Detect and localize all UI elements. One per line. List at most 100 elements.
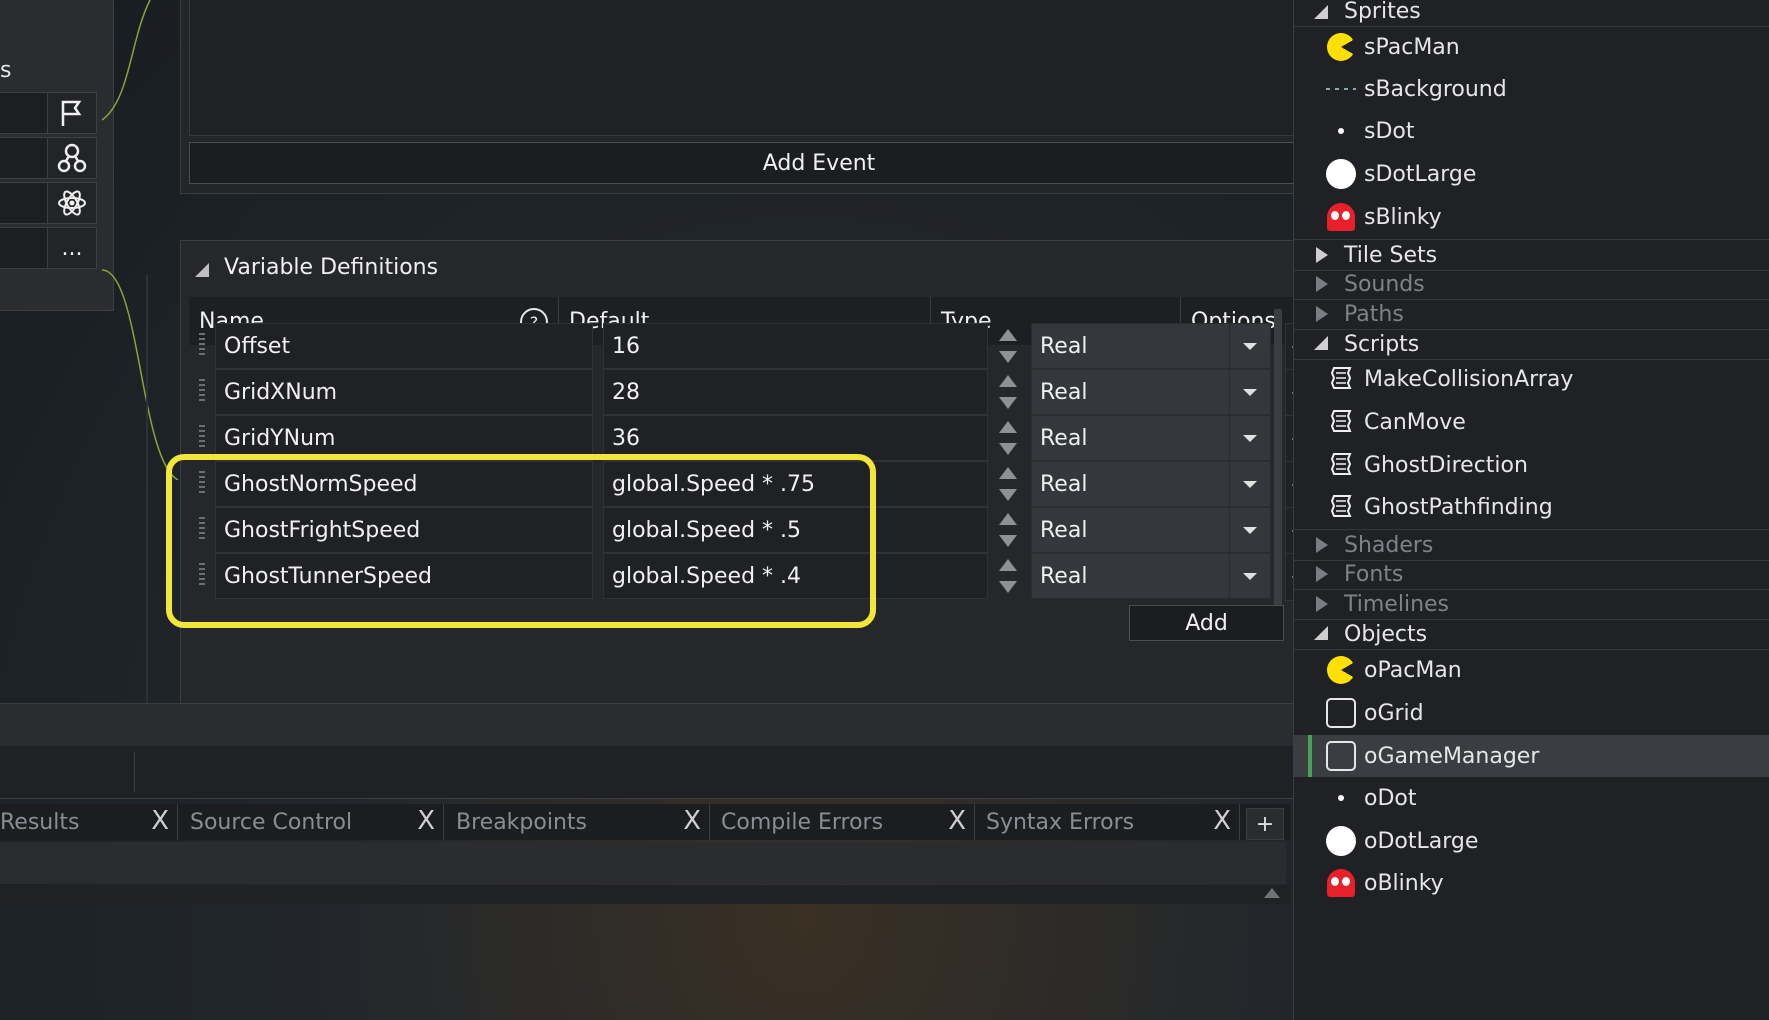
nodes-icon[interactable] <box>48 138 96 178</box>
close-icon[interactable]: X <box>151 808 169 834</box>
chevron-down-icon[interactable] <box>1229 324 1270 368</box>
variable-name-field[interactable]: GridXNum <box>215 369 593 415</box>
stepper-icon[interactable] <box>995 417 1021 459</box>
collapsed-icon <box>1316 276 1328 292</box>
chevron-down-icon[interactable] <box>1229 508 1270 552</box>
expanded-icon <box>1314 626 1328 640</box>
type-value: Real <box>1040 471 1088 497</box>
variable-default-field[interactable]: global.Speed * .75 <box>603 461 988 507</box>
group-tile-sets[interactable]: Tile Sets <box>1294 239 1769 271</box>
chevron-down-icon[interactable] <box>1229 554 1270 598</box>
variable-name-field[interactable]: GhostTunnerSpeed <box>215 553 593 599</box>
flag-icon[interactable] <box>48 93 96 133</box>
group-sounds[interactable]: Sounds <box>1294 269 1769 300</box>
group-label: Sounds <box>1344 271 1425 297</box>
drag-handle-icon[interactable] <box>199 425 205 449</box>
event-row-create[interactable] <box>0 92 97 134</box>
drag-handle-icon[interactable] <box>199 517 205 541</box>
more-icon[interactable]: ... <box>48 228 96 268</box>
close-icon[interactable]: X <box>948 808 966 834</box>
collapse-icon[interactable] <box>195 263 209 277</box>
event-row-parent[interactable] <box>0 137 97 179</box>
drag-handle-icon[interactable] <box>199 379 205 403</box>
variable-name-field[interactable]: GridYNum <box>215 415 593 461</box>
event-list[interactable] <box>189 0 1449 136</box>
asset-item[interactable]: oDotLarge <box>1294 820 1769 862</box>
stepper-icon[interactable] <box>995 371 1021 413</box>
dot-sprite-icon <box>1324 114 1358 148</box>
event-row-physics[interactable] <box>0 182 97 224</box>
asset-item[interactable]: CanMove <box>1294 401 1769 443</box>
asset-item[interactable]: sBlinky <box>1294 196 1769 238</box>
drag-handle-icon[interactable] <box>199 333 205 357</box>
close-icon[interactable]: X <box>417 808 435 834</box>
group-label: Shaders <box>1344 532 1434 558</box>
variable-default-field[interactable]: 16 <box>603 323 988 369</box>
asset-item[interactable]: oDot <box>1294 777 1769 819</box>
strip-divider <box>134 752 135 792</box>
asset-label: oDot <box>1364 785 1417 811</box>
stepper-icon[interactable] <box>995 463 1021 505</box>
variable-default-field[interactable]: global.Speed * .5 <box>603 507 988 553</box>
group-fonts[interactable]: Fonts <box>1294 559 1769 590</box>
variable-type-select[interactable]: Real <box>1031 507 1271 553</box>
asset-item[interactable]: oGrid <box>1294 692 1769 734</box>
tab-results[interactable]: Results X <box>0 804 178 840</box>
group-sprites[interactable]: Sprites <box>1294 0 1769 27</box>
asset-item[interactable]: GhostDirection <box>1294 444 1769 486</box>
asset-item-selected[interactable]: oGameManager <box>1294 735 1769 777</box>
group-shaders[interactable]: Shaders <box>1294 529 1769 561</box>
drag-handle-icon[interactable] <box>199 471 205 495</box>
tab-syntax-errors[interactable]: Syntax Errors X <box>978 804 1240 840</box>
stepper-icon[interactable] <box>995 509 1021 551</box>
tab-source-control[interactable]: Source Control X <box>182 804 444 840</box>
asset-item[interactable]: MakeCollisionArray <box>1294 358 1769 400</box>
variable-type-select[interactable]: Real <box>1031 369 1271 415</box>
group-objects[interactable]: Objects <box>1294 619 1769 650</box>
asset-item[interactable]: oBlinky <box>1294 862 1769 904</box>
variable-row: GridYNum 36 Real <box>189 413 1445 463</box>
variable-name-field[interactable]: GhostFrightSpeed <box>215 507 593 553</box>
tab-compile-errors[interactable]: Compile Errors X <box>713 804 975 840</box>
variable-type-select[interactable]: Real <box>1031 461 1271 507</box>
variable-default-field[interactable]: 36 <box>603 415 988 461</box>
variable-name-field[interactable]: GhostNormSpeed <box>215 461 593 507</box>
asset-item[interactable]: sBackground <box>1294 68 1769 110</box>
asset-item[interactable]: sPacMan <box>1294 26 1769 68</box>
asset-item[interactable]: sDot <box>1294 110 1769 152</box>
script-icon <box>1324 490 1358 524</box>
close-icon[interactable]: X <box>683 808 701 834</box>
variable-default-field[interactable]: 28 <box>603 369 988 415</box>
variable-type-select[interactable]: Real <box>1031 415 1271 461</box>
scrollbar-thumb[interactable] <box>1274 309 1282 609</box>
variable-type-select[interactable]: Real <box>1031 323 1271 369</box>
group-paths[interactable]: Paths <box>1294 299 1769 330</box>
scroll-up-icon[interactable] <box>1264 888 1280 898</box>
asset-item[interactable]: GhostPathfinding <box>1294 486 1769 528</box>
add-tab-button[interactable]: + <box>1246 808 1284 840</box>
chevron-down-icon[interactable] <box>1229 370 1270 414</box>
add-variable-button[interactable]: Add <box>1129 605 1284 641</box>
selection-indicator <box>1308 735 1312 777</box>
variable-default-field[interactable]: global.Speed * .4 <box>603 553 988 599</box>
large-dot-object-icon <box>1324 824 1358 858</box>
drag-handle-icon[interactable] <box>199 563 205 587</box>
asset-item[interactable]: oPacMan <box>1294 649 1769 691</box>
group-scripts[interactable]: Scripts <box>1294 329 1769 360</box>
stepper-icon[interactable] <box>995 555 1021 597</box>
stepper-icon[interactable] <box>995 325 1021 367</box>
asset-item[interactable]: sDotLarge <box>1294 153 1769 195</box>
close-icon[interactable]: X <box>1213 808 1231 834</box>
chevron-down-icon[interactable] <box>1229 462 1270 506</box>
atom-icon[interactable] <box>48 183 96 223</box>
add-event-button[interactable]: Add Event <box>189 142 1449 184</box>
variable-type-select[interactable]: Real <box>1031 553 1271 599</box>
asset-label: sPacMan <box>1364 34 1460 60</box>
dot-object-icon <box>1324 781 1358 815</box>
chevron-down-icon[interactable] <box>1229 416 1270 460</box>
group-timelines[interactable]: Timelines <box>1294 589 1769 620</box>
variable-name-field[interactable]: Offset <box>215 323 593 369</box>
variable-row: Offset 16 Real <box>189 321 1445 371</box>
event-row-more[interactable]: ... <box>0 227 97 269</box>
tab-breakpoints[interactable]: Breakpoints X <box>448 804 710 840</box>
